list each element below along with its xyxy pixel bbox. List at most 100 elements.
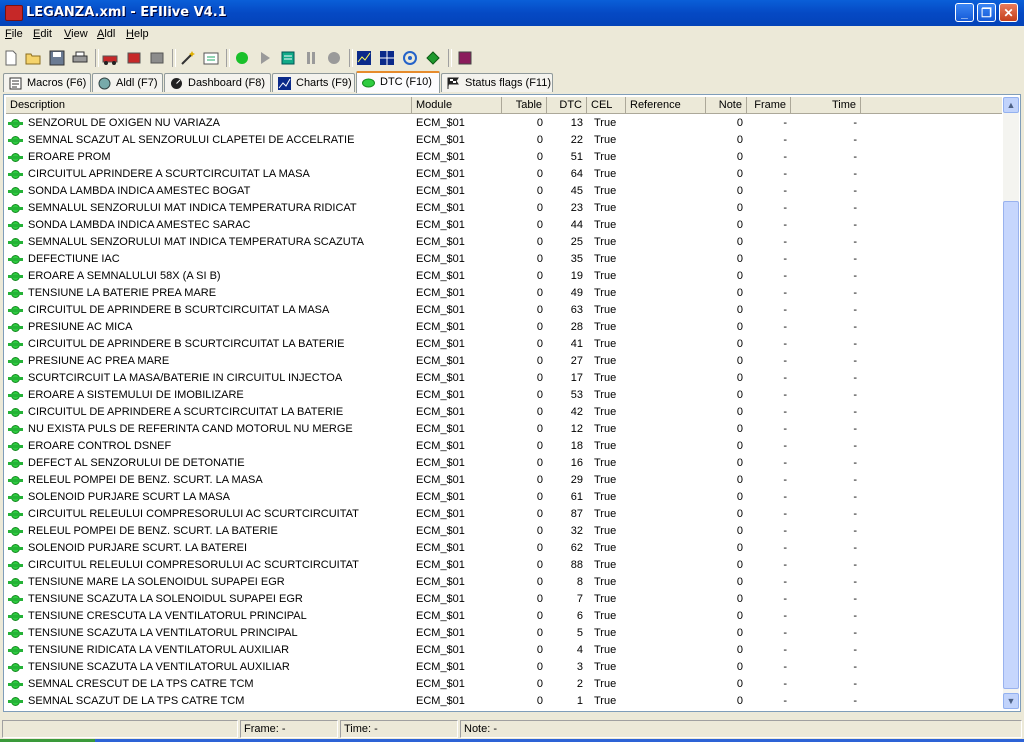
column-header-description[interactable]: Description — [6, 97, 412, 113]
wizard-icon[interactable] — [180, 50, 196, 66]
column-header-note[interactable]: Note — [706, 97, 747, 113]
target-icon[interactable] — [402, 50, 418, 66]
table-row[interactable]: DEFECT AL SENZORULUI DE DETONATIE ECM_$01… — [6, 455, 1002, 472]
table-row[interactable]: TENSIUNE LA BATERIE PREA MARE ECM_$01 0 49 T… — [6, 285, 1002, 302]
tab-dashboard[interactable]: Dashboard (F8) — [164, 73, 271, 92]
table-row[interactable]: CIRCUITUL RELEULUI COMPRESORULUI AC SCUR… — [6, 557, 1002, 574]
table-row[interactable]: DEFECTIUNE IAC ECM_$01 0 35 True 0 - - — [6, 251, 1002, 268]
table-row[interactable]: CIRCUITUL DE APRINDERE B SCURTCIRCUITAT … — [6, 336, 1002, 353]
table-row[interactable]: EROARE A SEMNALULUI 58X (A SI B) ECM_$01 0… — [6, 268, 1002, 285]
scroll-up-button[interactable]: ▲ — [1003, 97, 1019, 113]
table-row[interactable]: SOLENOID PURJARE SCURT LA MASA ECM_$01 0 61… — [6, 489, 1002, 506]
table-row[interactable]: TENSIUNE CRESCUTA LA VENTILATORUL PRINCI… — [6, 608, 1002, 625]
green-diamond-icon[interactable] — [425, 50, 441, 66]
tab-status-flags[interactable]: Status flags (F11) — [441, 73, 553, 92]
status-note: Note: - — [460, 720, 1022, 738]
save-icon[interactable] — [49, 50, 65, 66]
stop-icon[interactable] — [326, 50, 342, 66]
cell-description: SEMNAL SCAZUT AL SENZORULUI CLAPETEI DE … — [28, 134, 355, 146]
dtc-status-icon — [8, 391, 23, 400]
table-row[interactable]: EROARE PROM ECM_$01 0 51 True 0 - - — [6, 149, 1002, 166]
menu-help[interactable]: Help — [126, 28, 149, 40]
open-folder-icon[interactable] — [25, 50, 41, 66]
tab-dtc[interactable]: DTC (F10) — [356, 71, 440, 93]
table-row[interactable]: PRESIUNE AC MICA ECM_$01 0 28 True 0 - - — [6, 319, 1002, 336]
column-header-reference[interactable]: Reference — [626, 97, 706, 113]
table-row[interactable]: TENSIUNE RIDICATA LA VENTILATORUL AUXILI… — [6, 642, 1002, 659]
tab-macros[interactable]: Macros (F6) — [3, 73, 91, 92]
tab-charts[interactable]: Charts (F9) — [272, 73, 355, 92]
record-icon[interactable] — [280, 50, 296, 66]
table-row[interactable]: SONDA LAMBDA INDICA AMESTEC SARAC ECM_$01… — [6, 217, 1002, 234]
grid-view-icon[interactable] — [379, 50, 395, 66]
table-row[interactable]: SONDA LAMBDA INDICA AMESTEC BOGAT ECM_$01… — [6, 183, 1002, 200]
cell-table: 0 — [536, 627, 543, 639]
dtc-status-icon — [8, 629, 23, 638]
scroll-down-button[interactable]: ▼ — [1003, 693, 1019, 709]
column-header-dtc[interactable]: DTC — [547, 97, 587, 113]
cell-cel: True — [594, 134, 617, 146]
column-header-frame[interactable]: Frame — [747, 97, 791, 113]
options-icon[interactable] — [203, 50, 219, 66]
store-icon[interactable] — [149, 50, 165, 66]
menu-aldl[interactable]: Aldl — [97, 28, 115, 40]
table-row[interactable]: NU EXISTA PULS DE REFERINTA CAND MOTORUL… — [6, 421, 1002, 438]
play-icon[interactable] — [257, 50, 273, 66]
table-row[interactable]: SEMNALUL SENZORULUI MAT INDICA TEMPERATU… — [6, 234, 1002, 251]
table-row[interactable]: TENSIUNE MARE LA SOLENOIDUL SUPAPEI EGR E… — [6, 574, 1002, 591]
load-icon[interactable] — [126, 50, 142, 66]
cell-table: 0 — [536, 151, 543, 163]
column-header-cel[interactable]: CEL — [587, 97, 626, 113]
cell-frame: - — [783, 661, 787, 673]
table-row[interactable]: EROARE CONTROL DSNEF ECM_$01 0 18 True 0 - - — [6, 438, 1002, 455]
print-icon[interactable] — [72, 50, 88, 66]
table-row[interactable]: PRESIUNE AC PREA MARE ECM_$01 0 27 True 0 - - — [6, 353, 1002, 370]
chart-view-icon[interactable] — [356, 50, 372, 66]
cell-module: ECM_$01 — [416, 559, 465, 571]
maximize-button[interactable]: ❐ — [977, 3, 996, 22]
vertical-scrollbar[interactable]: ▲ ▼ — [1003, 97, 1019, 709]
table-row[interactable]: SENZORUL DE OXIGEN NU VARIAZA ECM_$01 0 13 T… — [6, 115, 1002, 132]
menu-file[interactable]: File — [5, 28, 23, 40]
table-row[interactable]: SEMNAL SCAZUT AL SENZORULUI CLAPETEI DE … — [6, 132, 1002, 149]
table-row[interactable]: CIRCUITUL RELEULUI COMPRESORULUI AC SCUR… — [6, 506, 1002, 523]
cell-module: ECM_$01 — [416, 542, 465, 554]
cell-note: 0 — [736, 491, 743, 503]
cell-reference — [626, 319, 706, 336]
start-icon[interactable] — [234, 50, 250, 66]
table-row[interactable]: SOLENOID PURJARE SCURT. LA BATEREI ECM_$0… — [6, 540, 1002, 557]
table-row[interactable]: EROARE A SISTEMULUI DE IMOBILIZARE ECM_$0… — [6, 387, 1002, 404]
table-row[interactable]: SEMNAL CRESCUT DE LA TPS CATRE TCM ECM_$0… — [6, 676, 1002, 693]
menu-view[interactable]: View — [64, 28, 88, 40]
scroll-thumb[interactable] — [1003, 201, 1019, 689]
column-header-time[interactable]: Time — [791, 97, 861, 113]
table-row[interactable]: CIRCUITUL DE APRINDERE B SCURTCIRCUITAT … — [6, 302, 1002, 319]
cell-dtc: 23 — [570, 202, 583, 214]
new-file-icon[interactable] — [3, 50, 19, 66]
menu-edit[interactable]: Edit — [33, 28, 52, 40]
cell-dtc: 64 — [570, 168, 583, 180]
table-row[interactable]: RELEUL POMPEI DE BENZ. SCURT. LA MASA ECM… — [6, 472, 1002, 489]
book-icon[interactable] — [457, 50, 473, 66]
column-header-table[interactable]: Table — [502, 97, 547, 113]
cell-cel: True — [594, 304, 617, 316]
cell-dtc: 62 — [570, 542, 583, 554]
table-row[interactable]: TENSIUNE SCAZUTA LA SOLENOIDUL SUPAPEI E… — [6, 591, 1002, 608]
column-header-module[interactable]: Module — [412, 97, 502, 113]
minimize-button[interactable]: _ — [955, 3, 974, 22]
table-row[interactable]: TENSIUNE SCAZUTA LA VENTILATORUL PRINCIP… — [6, 625, 1002, 642]
cell-cel: True — [594, 542, 617, 554]
pause-icon[interactable] — [303, 50, 319, 66]
table-row[interactable]: CIRCUITUL APRINDERE A SCURTCIRCUITAT LA … — [6, 166, 1002, 183]
table-row[interactable]: RELEUL POMPEI DE BENZ. SCURT. LA BATERIE… — [6, 523, 1002, 540]
table-row[interactable]: TENSIUNE SCAZUTA LA VENTILATORUL AUXILIA… — [6, 659, 1002, 676]
tab-aldl[interactable]: Aldl (F7) — [92, 73, 163, 92]
vehicle-icon[interactable] — [102, 50, 118, 66]
table-row[interactable]: SEMNALUL SENZORULUI MAT INDICA TEMPERATU… — [6, 200, 1002, 217]
table-row[interactable]: SCURTCIRCUIT LA MASA/BATERIE IN CIRCUITU… — [6, 370, 1002, 387]
cell-module: ECM_$01 — [416, 610, 465, 622]
cell-dtc: 61 — [570, 491, 583, 503]
table-row[interactable]: CIRCUITUL DE APRINDERE A SCURTCIRCUITAT … — [6, 404, 1002, 421]
table-row[interactable]: SEMNAL SCAZUT DE LA TPS CATRE TCM ECM_$01… — [6, 693, 1002, 710]
close-button[interactable]: ✕ — [999, 3, 1018, 22]
